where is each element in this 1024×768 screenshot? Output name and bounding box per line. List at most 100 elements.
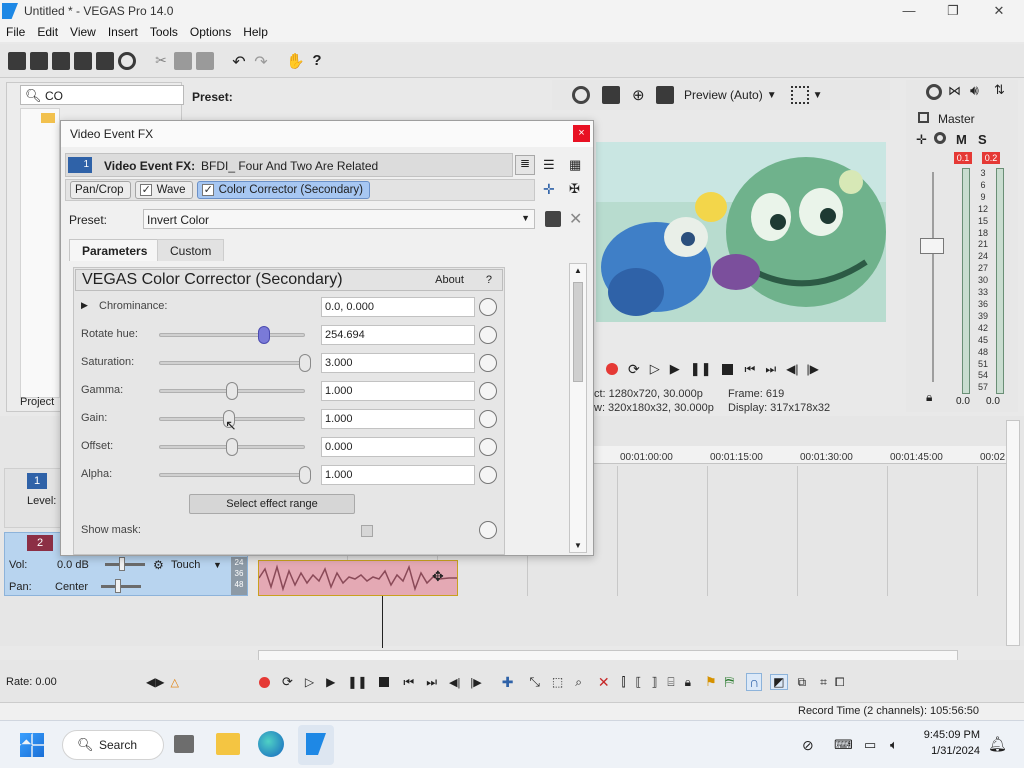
snapping-icon[interactable]: ∩ xyxy=(746,673,763,691)
bus-move-icon[interactable]: ✛ xyxy=(916,132,927,148)
chevron-down-icon[interactable]: ▼ xyxy=(813,90,823,101)
preset-dropdown[interactable]: Invert Color ▼ xyxy=(143,209,535,229)
shuttle-control-icon[interactable]: ◀▶ xyxy=(146,675,164,689)
view-list-icon[interactable]: ☰ xyxy=(543,157,555,173)
notification-bell-icon[interactable]: 🔔︎ xyxy=(988,735,1007,753)
split-screen-icon[interactable]: ⊕ xyxy=(632,86,650,104)
tab-custom[interactable]: Custom xyxy=(157,239,225,261)
plugin-chain-icon[interactable]: ✛ xyxy=(543,181,555,198)
taskbar-search[interactable]: 🔍︎ Search xyxy=(62,730,164,760)
parameter-value-field[interactable]: 0.0, 0.000 xyxy=(321,297,475,317)
split-icon[interactable]: ⌸ xyxy=(667,675,674,690)
timeline-ruler[interactable]: 00:01:00:00 00:01:15:00 00:01:30:00 00:0… xyxy=(596,448,1006,468)
pause-icon[interactable]: ❚❚ xyxy=(690,361,712,377)
properties-icon[interactable] xyxy=(118,51,136,70)
parameter-slider-thumb[interactable] xyxy=(226,382,238,400)
menu-tools[interactable]: Tools xyxy=(144,22,184,42)
auto-ripple-icon[interactable]: ◩ xyxy=(770,674,788,690)
preview-settings-icon[interactable] xyxy=(572,86,590,104)
paste-icon[interactable] xyxy=(196,51,214,70)
parameter-slider-thumb[interactable] xyxy=(258,326,271,344)
dim-output-icon[interactable]: ⇅ xyxy=(994,82,1005,98)
parameter-value-field[interactable]: 254.694 xyxy=(321,325,475,345)
new-project-icon[interactable] xyxy=(8,51,26,70)
maximize-button[interactable]: ❐ xyxy=(930,0,976,22)
ignore-grouping-icon[interactable]: ⧠ xyxy=(835,675,845,690)
go-to-end-icon[interactable]: ⏭ xyxy=(426,675,437,690)
chain-pan-crop[interactable]: Pan/Crop xyxy=(70,181,131,199)
render-as-icon[interactable] xyxy=(96,51,114,70)
help-button[interactable]: ? xyxy=(486,274,492,286)
automation-mode[interactable]: Touch xyxy=(171,559,200,571)
scroll-up-icon[interactable]: ▲ xyxy=(574,266,582,275)
chain-color-corrector-secondary[interactable]: Color Corrector (Secondary) xyxy=(196,181,371,199)
fx-scrollbar[interactable]: ▲ ▼ xyxy=(569,263,587,553)
envelope-tool-icon[interactable]: ⤡ xyxy=(529,674,539,690)
parameter-value-field[interactable]: 1.000 xyxy=(321,381,475,401)
play-icon[interactable]: ▶ xyxy=(326,675,335,689)
copy-icon[interactable] xyxy=(174,51,192,70)
menu-edit[interactable]: Edit xyxy=(31,22,64,42)
vol-slider[interactable] xyxy=(105,563,145,566)
trim-icon[interactable]: ⫿ xyxy=(622,675,626,690)
normal-edit-tool-icon[interactable]: ✚ xyxy=(502,674,514,691)
parameter-value-field[interactable]: 1.000 xyxy=(321,409,475,429)
tab-project[interactable]: Project xyxy=(20,396,54,408)
stop-icon[interactable] xyxy=(379,677,390,687)
play-icon[interactable]: ▶ xyxy=(670,361,680,377)
enable-checkbox[interactable] xyxy=(201,182,214,198)
reset-icon[interactable] xyxy=(479,410,497,428)
loop-playback-icon[interactable]: ⟳ xyxy=(282,674,293,690)
parameter-slider[interactable] xyxy=(159,333,305,337)
go-to-start-icon[interactable]: ⏮ xyxy=(403,675,414,690)
open-icon[interactable] xyxy=(30,51,48,70)
save-as-icon[interactable] xyxy=(74,51,92,70)
speaker-icon[interactable]: 🔊︎ xyxy=(970,82,979,99)
chevron-down-icon[interactable]: ▼ xyxy=(767,90,777,101)
task-view-icon[interactable] xyxy=(174,735,194,753)
scroll-thumb[interactable] xyxy=(573,282,583,382)
minimize-button[interactable]: — xyxy=(886,0,932,22)
parameter-slider-thumb[interactable] xyxy=(226,438,238,456)
redo-icon[interactable]: ↷ xyxy=(252,52,270,71)
whats-this-help-icon[interactable]: ? xyxy=(308,52,326,70)
play-from-start-icon[interactable]: ▷ xyxy=(305,675,314,689)
undo-icon[interactable]: ↶ xyxy=(230,52,248,71)
view-detail-icon[interactable]: ≣ xyxy=(515,155,535,175)
fx-close-button[interactable]: × xyxy=(573,125,590,142)
trim-end-icon[interactable]: ⟧ xyxy=(651,675,657,689)
parameter-value-field[interactable]: 3.000 xyxy=(321,353,475,373)
chain-wave[interactable]: Wave xyxy=(134,181,193,199)
mute-button[interactable]: M xyxy=(956,132,967,147)
gear-icon[interactable]: ⚙ xyxy=(153,558,164,572)
lock-envelopes-icon[interactable]: ⌗ xyxy=(820,675,827,690)
next-frame-icon[interactable]: |▶ xyxy=(470,676,481,689)
solo-button[interactable]: S xyxy=(978,132,987,147)
ripple-mode-icon[interactable]: ⧉ xyxy=(798,675,807,690)
reset-icon[interactable] xyxy=(479,521,497,539)
search-input[interactable]: 🔍︎ CO xyxy=(20,85,184,105)
go-to-end-icon[interactable]: ⏭ xyxy=(765,362,776,377)
vegas-taskbar-icon[interactable] xyxy=(298,725,334,765)
loop-playback-icon[interactable]: ⟳ xyxy=(628,361,640,378)
reset-icon[interactable] xyxy=(479,466,497,484)
show-mask-checkbox[interactable] xyxy=(361,525,373,537)
pan-slider[interactable] xyxy=(101,585,141,588)
menu-options[interactable]: Options xyxy=(184,22,237,42)
reset-icon[interactable] xyxy=(479,438,497,456)
parameter-slider[interactable] xyxy=(159,361,305,365)
view-grid-icon[interactable]: ▦ xyxy=(569,157,581,173)
lock-icon[interactable]: 🔒︎ xyxy=(926,390,932,405)
reset-icon[interactable] xyxy=(479,354,497,372)
menu-help[interactable]: Help xyxy=(237,22,274,42)
file-explorer-icon[interactable] xyxy=(216,733,240,755)
remove-plugin-icon[interactable]: ✠ xyxy=(569,181,580,197)
master-fader-thumb[interactable] xyxy=(920,238,944,254)
about-button[interactable]: About xyxy=(435,274,464,286)
chevron-down-icon[interactable]: ▼ xyxy=(213,560,222,570)
go-to-start-icon[interactable]: ⏮ xyxy=(745,362,756,377)
select-effect-range-button[interactable]: Select effect range xyxy=(189,494,355,514)
insert-marker-icon[interactable]: ⚑ xyxy=(705,674,717,690)
vertical-scrollbar[interactable] xyxy=(1006,420,1020,646)
delete-preset-icon[interactable]: ✕ xyxy=(569,209,582,229)
